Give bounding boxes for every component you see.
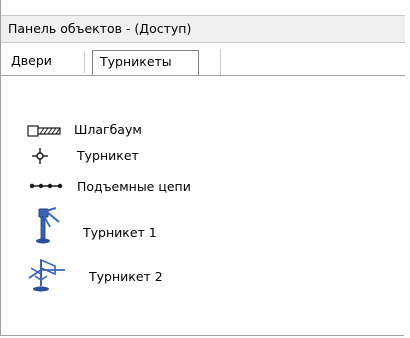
tab-doors-label: Двери bbox=[11, 53, 52, 68]
tab-turnstiles-label: Турникеты bbox=[100, 54, 172, 69]
tab-strip-divider bbox=[220, 49, 221, 75]
lifting-chains-icon bbox=[29, 183, 63, 189]
panel-title-bar: Панель объектов - (Доступ) bbox=[1, 15, 405, 43]
object-item-label: Подъемные цепи bbox=[77, 179, 191, 194]
object-panel: Панель объектов - (Доступ) Двери Турнике… bbox=[0, 0, 405, 336]
object-item-label: Турникет bbox=[77, 148, 139, 163]
object-item-label: Турникет 2 bbox=[89, 269, 163, 284]
turnstile-tripod-icon bbox=[36, 207, 60, 244]
barrier-icon bbox=[27, 125, 61, 137]
object-item-label: Шлагбаум bbox=[74, 122, 142, 137]
turnstile-symbol-icon bbox=[32, 148, 48, 164]
object-item-label: Турникет 1 bbox=[83, 225, 157, 240]
tab-doors[interactable]: Двери bbox=[8, 51, 85, 73]
turnstile-tripod-gate-icon bbox=[28, 258, 65, 292]
panel-title: Панель объектов - (Доступ) bbox=[8, 21, 192, 36]
tab-strip: Двери Турникеты bbox=[1, 43, 405, 76]
tab-turnstiles[interactable]: Турникеты bbox=[92, 50, 199, 75]
